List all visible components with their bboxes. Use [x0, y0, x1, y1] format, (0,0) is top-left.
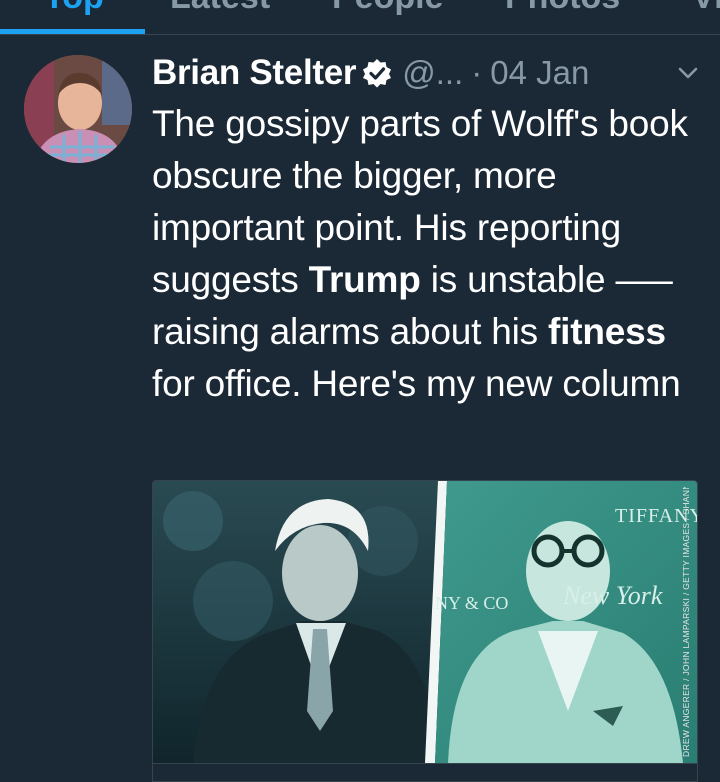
tab-people[interactable]: People: [332, 0, 443, 17]
avatar[interactable]: [24, 55, 132, 163]
sign-ny-co: NY & CO: [435, 593, 509, 613]
chevron-down-icon[interactable]: [675, 60, 701, 86]
verified-badge-icon: [362, 58, 392, 88]
active-tab-indicator: [0, 29, 145, 34]
card-footer[interactable]: [153, 763, 697, 781]
photo-credit: DREW ANGERER / JOHN LAMPARSKI / GETTY IM…: [681, 487, 691, 757]
link-card[interactable]: TIFFANY New York NY & CO DREW ANGERER / …: [152, 480, 698, 782]
tweet-text: The gossipy parts of Wolff's book obscur…: [152, 98, 712, 410]
tab-latest[interactable]: Latest: [170, 0, 270, 17]
tweet-header: Brian Stelter @... · 04 Jan: [152, 52, 707, 94]
sign-new-york: New York: [563, 581, 663, 610]
tweet-text-bold: Trump: [308, 259, 421, 300]
tweet-text-segment: for office. Here's my new column: [152, 363, 681, 404]
tab-photos[interactable]: Photos: [505, 0, 620, 17]
header-separator: ·: [471, 54, 483, 91]
tweet-date[interactable]: 04 Jan: [490, 54, 589, 92]
tweet-text-bold: fitness: [548, 311, 666, 352]
search-tabs: Top Latest People Photos Videos: [0, 0, 720, 35]
author-name[interactable]: Brian Stelter: [152, 53, 357, 93]
author-handle[interactable]: @...: [402, 54, 463, 92]
tab-top[interactable]: Top: [44, 0, 104, 17]
tab-videos[interactable]: Videos: [692, 0, 720, 17]
